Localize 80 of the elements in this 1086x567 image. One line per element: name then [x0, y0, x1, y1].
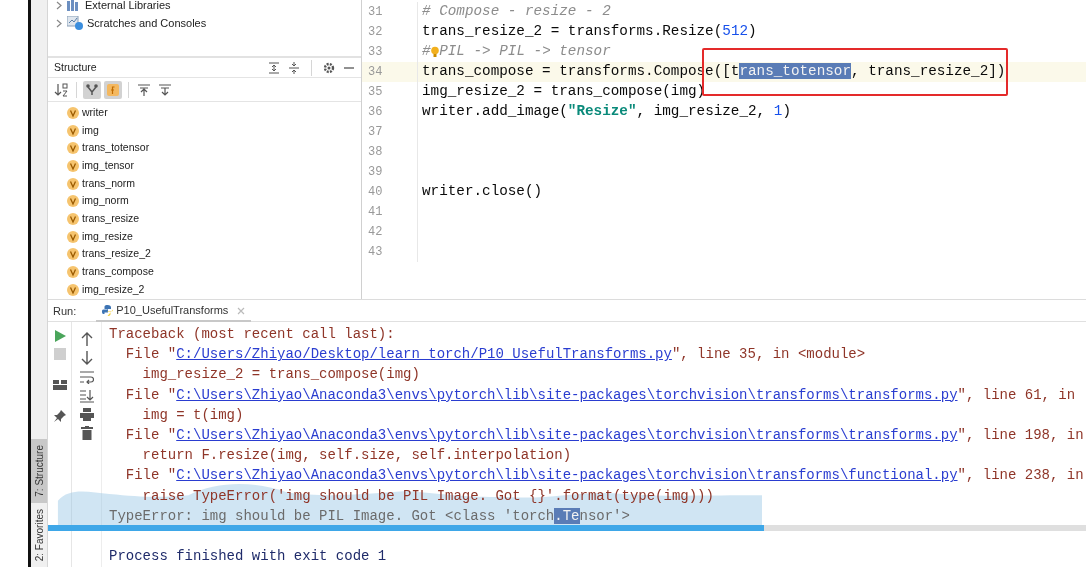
collapse-all-icon[interactable] — [288, 61, 300, 74]
structure-item[interactable]: img_resize_2 — [82, 281, 145, 298]
file-link[interactable]: C:\Users\Zhiyao\Anaconda3\envs\pytorch\lib\site-packages\torchvision\transforms\functional.py — [176, 467, 958, 484]
tool-window-tab[interactable]: 2: Favorites — [31, 502, 47, 567]
variable-icon — [67, 283, 79, 296]
trash-icon[interactable] — [80, 426, 93, 440]
up-arrow-icon[interactable] — [80, 332, 93, 346]
soft-wrap-icon[interactable] — [79, 370, 94, 384]
structure-item[interactable]: trans_resize — [82, 211, 140, 227]
console-line: img = t(img) — [141, 405, 245, 425]
tool-window-tab[interactable]: 7: Structure — [31, 439, 47, 503]
python-icon — [102, 305, 114, 316]
console-line: Traceback (most recent call last): — [109, 325, 396, 344]
code-line: trans_resize_2 = transforms.Resize(512) — [421, 22, 757, 42]
console-line: File "C:/Users/Zhiyao/Desktop/learn_torch/P10_UsefulTransforms.py", line 35, in <module> — [124, 345, 867, 365]
line-number: 41 — [368, 205, 383, 219]
tree-item[interactable]: External Libraries — [85, 0, 171, 14]
line-number: 32 — [368, 25, 383, 39]
code-line: writer.close() — [421, 182, 543, 202]
variable-icon — [67, 195, 79, 208]
line-number: 43 — [368, 245, 383, 259]
structure-item[interactable]: img — [82, 122, 99, 139]
variable-icon — [67, 124, 79, 137]
run-icon[interactable] — [53, 330, 66, 342]
code-line: writer.add_image("Resize", img_resize_2, 1) — [421, 102, 791, 122]
file-link[interactable]: C:\Users\Zhiyao\Anaconda3\envs\pytorch\lib\site-packages\torchvision\transforms\transforms.py — [176, 386, 958, 403]
variable-icon — [67, 266, 79, 279]
structure-item[interactable]: img_resize — [82, 228, 133, 245]
variable-icon — [67, 248, 79, 261]
structure-item[interactable]: trans_norm — [82, 175, 136, 192]
code-line: # Compose - resize - 2 — [421, 2, 611, 22]
variable-icon — [67, 106, 79, 119]
pin-icon[interactable] — [53, 410, 66, 422]
console-line: File "C:\Users\Zhiyao\Anaconda3\envs\pytorch\lib\site-packages\torchvision\transforms\functional.py", line 238, in — [124, 466, 1085, 486]
line-number: 42 — [368, 225, 383, 239]
file-link[interactable]: C:\Users\Zhiyao\Anaconda3\envs\pytorch\lib\site-packages\torchvision\transforms\transforms.py — [176, 426, 958, 443]
tree-item[interactable]: Scratches and Consoles — [87, 14, 207, 32]
line-number: 40 — [368, 185, 383, 199]
file-link[interactable]: C:/Users/Zhiyao/Desktop/learn_torch/P10_UsefulTransforms.py — [176, 346, 672, 363]
console-line: img_resize_2 = trans_compose(img) — [141, 365, 421, 385]
console-line: File "C:\Users\Zhiyao\Anaconda3\envs\pytorch\lib\site-packages\torchvision\transforms\transforms.py", line 198, in — [124, 425, 1085, 445]
structure-item[interactable]: img_norm — [82, 193, 129, 210]
layout-icon[interactable] — [52, 380, 67, 390]
panel-title: Structure — [54, 59, 97, 75]
structure-item[interactable]: writer — [82, 104, 108, 121]
structure-item[interactable]: trans_totensor — [82, 140, 150, 157]
console-line: File "C:\Users\Zhiyao\Anaconda3\envs\pytorch\lib\site-packages\torchvision\transforms\transforms.py", line 61, in — [124, 385, 1077, 405]
video-progress-track[interactable] — [48, 525, 1086, 531]
code-line: img_resize_2 = trans_compose(img) — [421, 82, 706, 102]
line-number: 34 — [368, 65, 383, 79]
line-number: 39 — [368, 165, 383, 179]
variable-icon — [67, 177, 79, 190]
structure-item[interactable]: trans_compose — [82, 264, 154, 280]
line-number: 35 — [368, 85, 383, 99]
down-arrow-icon[interactable] — [80, 351, 93, 365]
variable-icon — [67, 142, 79, 155]
print-icon[interactable] — [79, 408, 94, 421]
console-line: Process finished with exit code 1 — [109, 547, 388, 567]
variable-icon — [67, 212, 79, 225]
scratch-icon — [67, 16, 83, 30]
library-icon — [67, 0, 81, 11]
lightbulb-icon[interactable] — [430, 45, 439, 58]
line-number: 33 — [368, 45, 383, 59]
run-tab[interactable]: P10_UsefulTransforms — [96, 301, 252, 322]
scroll-to-end-icon[interactable] — [79, 389, 94, 403]
code-line: # PIL -> PIL -> tensor — [421, 42, 611, 62]
panel-label: Run: — [53, 304, 77, 320]
expand-all-icon[interactable] — [268, 61, 280, 74]
line-number: 31 — [368, 5, 383, 19]
structure-item[interactable]: trans_resize_2 — [82, 246, 151, 263]
line-number: 38 — [368, 145, 383, 159]
variable-icon — [67, 159, 79, 172]
console-line: return F.resize(img, self.size, self.interpolation) — [141, 446, 573, 466]
console-line: TypeError: img should be PIL Image. Got <class 'torch.Tensor'> — [109, 506, 631, 526]
structure-item[interactable]: img_tensor — [82, 158, 134, 174]
variable-icon — [67, 230, 79, 243]
line-number: 36 — [368, 105, 383, 119]
console-line: raise TypeError('img should be PIL Image. Got {}'.format(type(img))) — [141, 486, 715, 506]
line-number: 37 — [368, 125, 383, 139]
settings-icon[interactable] — [323, 61, 335, 74]
